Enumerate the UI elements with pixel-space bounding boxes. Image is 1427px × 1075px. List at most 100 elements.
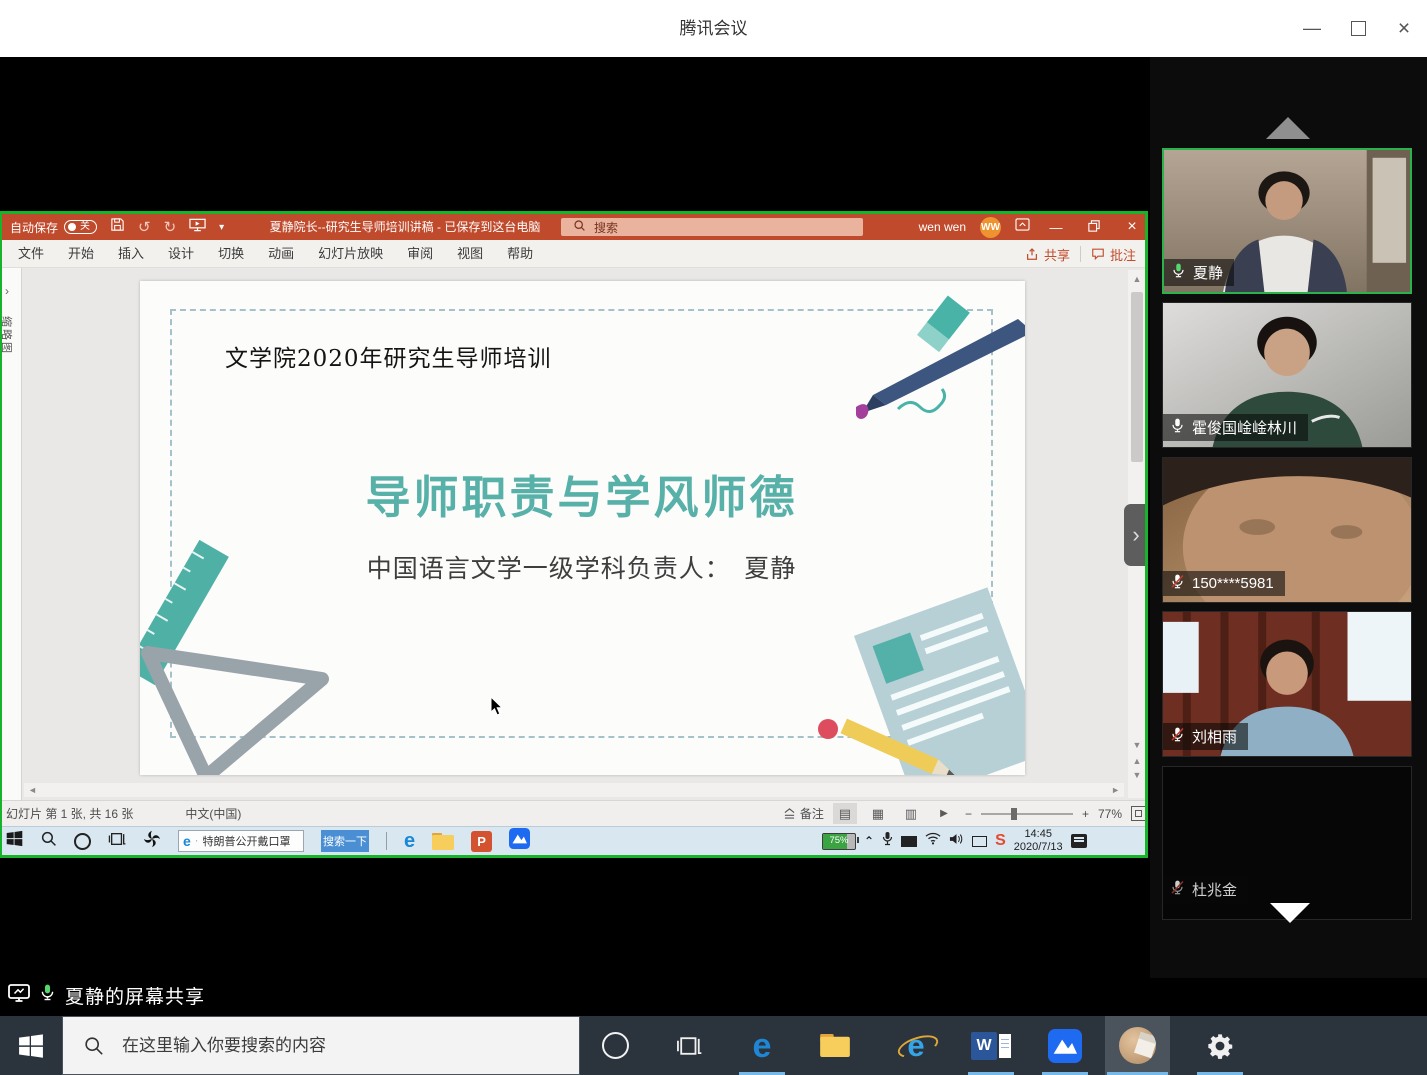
minimize-button[interactable]: —: [1289, 0, 1335, 57]
account-avatar[interactable]: WW: [980, 217, 1001, 238]
powerpoint-icon[interactable]: P: [471, 831, 492, 852]
scroll-participants-up-icon[interactable]: [1266, 117, 1310, 139]
news-ticker-box[interactable]: e · 特朗普公开戴口罩: [178, 830, 304, 852]
ppt-close-button[interactable]: ×: [1120, 218, 1144, 236]
scroll-thumb[interactable]: [1131, 292, 1143, 462]
notes-button[interactable]: 备注: [783, 805, 824, 822]
tab-home[interactable]: 开始: [56, 240, 106, 268]
tray-time: 14:45: [1014, 828, 1063, 841]
comments-button[interactable]: 批注: [1091, 245, 1136, 264]
pinwheel-app-icon[interactable]: [143, 830, 161, 853]
usb-device-icon[interactable]: [882, 831, 893, 851]
tab-file[interactable]: 文件: [6, 240, 56, 268]
next-slide-icon[interactable]: ▼: [1128, 770, 1146, 780]
wifi-icon[interactable]: [925, 832, 941, 850]
tab-view[interactable]: 视图: [445, 240, 495, 268]
file-explorer-button[interactable]: [810, 1016, 860, 1075]
maximize-button[interactable]: [1335, 0, 1381, 57]
cortana-icon[interactable]: [74, 833, 91, 850]
word-button[interactable]: W: [966, 1016, 1016, 1075]
os-search-input[interactable]: [120, 1035, 544, 1057]
participant-tile[interactable]: 杜兆金: [1162, 766, 1412, 920]
tab-design[interactable]: 设计: [156, 240, 206, 268]
autosave-state: 关: [80, 222, 90, 232]
scroll-left-icon[interactable]: ◄: [28, 785, 37, 795]
expand-thumbnails-icon[interactable]: ›: [5, 284, 9, 298]
save-icon[interactable]: [110, 217, 125, 237]
participant-tile[interactable]: 150****5981: [1162, 457, 1412, 603]
scroll-up-icon[interactable]: ▲: [1128, 274, 1146, 284]
redo-icon[interactable]: ↻: [164, 218, 177, 236]
thumbnail-panel-collapsed[interactable]: › 缩略图: [0, 268, 22, 800]
autosave-toggle[interactable]: 自动保存 关: [10, 219, 97, 236]
share-button[interactable]: 共享: [1025, 245, 1070, 264]
tab-review[interactable]: 审阅: [395, 240, 445, 268]
active-app-button[interactable]: [1105, 1016, 1170, 1075]
speaker-icon[interactable]: [949, 832, 964, 850]
normal-view-button[interactable]: ▤: [833, 803, 857, 824]
quick-access-caret-icon[interactable]: ▾: [219, 222, 224, 233]
participant-tile[interactable]: 霍俊国崯崯林川: [1162, 302, 1412, 448]
close-button[interactable]: ×: [1381, 0, 1427, 57]
start-slideshow-icon[interactable]: [189, 218, 206, 237]
scroll-down-icon[interactable]: ▼: [1128, 740, 1146, 750]
ppt-search-box[interactable]: 搜索: [561, 218, 863, 236]
tab-slideshow[interactable]: 幻灯片放映: [306, 240, 395, 268]
fit-to-window-icon[interactable]: [1131, 806, 1146, 821]
account-name[interactable]: wen wen: [919, 220, 966, 234]
clock[interactable]: 14:45 2020/7/13: [1014, 828, 1063, 854]
battery-icon[interactable]: 75%: [822, 833, 856, 850]
input-method-icon[interactable]: [901, 836, 917, 847]
tab-transitions[interactable]: 切换: [206, 240, 256, 268]
scroll-participants-down-icon[interactable]: [1270, 903, 1310, 923]
participant-name: 刘相雨: [1192, 726, 1237, 747]
cortana-icon: [602, 1032, 629, 1059]
tab-animations[interactable]: 动画: [256, 240, 306, 268]
internet-explorer-button[interactable]: e: [891, 1016, 941, 1075]
task-view-button[interactable]: [664, 1016, 714, 1075]
taskbar-search-icon[interactable]: [40, 830, 57, 852]
participant-tile[interactable]: 夏静: [1162, 148, 1412, 294]
zoom-level[interactable]: 77%: [1098, 807, 1122, 821]
close-icon: ×: [1398, 17, 1410, 41]
edge-button[interactable]: e: [737, 1016, 787, 1075]
os-start-button[interactable]: [0, 1016, 62, 1075]
participant-tile[interactable]: 刘相雨: [1162, 611, 1412, 757]
os-search-box[interactable]: [62, 1016, 580, 1075]
reading-view-button[interactable]: ▥: [899, 803, 923, 824]
ribbon-display-options-icon[interactable]: [1015, 218, 1030, 236]
slide-sorter-view-button[interactable]: ▦: [866, 803, 890, 824]
settings-button[interactable]: [1195, 1016, 1245, 1075]
previous-slide-icon[interactable]: ▲: [1128, 756, 1146, 766]
ppt-minimize-button[interactable]: —: [1044, 220, 1068, 235]
ppt-restore-button[interactable]: [1082, 220, 1106, 235]
cortana-button[interactable]: [590, 1016, 640, 1075]
zoom-out-button[interactable]: −: [965, 807, 972, 821]
share-button-label: 共享: [1044, 245, 1070, 264]
edge-icon[interactable]: e: [404, 831, 415, 851]
zoom-in-button[interactable]: +: [1082, 807, 1089, 821]
start-button-icon[interactable]: [6, 830, 23, 852]
language-indicator[interactable]: 中文(中国): [185, 805, 241, 822]
tencent-meeting-button[interactable]: [1040, 1016, 1090, 1075]
zoom-slider-thumb[interactable]: [1011, 808, 1017, 820]
tab-help[interactable]: 帮助: [495, 240, 545, 268]
task-view-icon[interactable]: [108, 831, 126, 852]
slideshow-view-button[interactable]: ▶: [932, 803, 956, 824]
tencent-meeting-icon[interactable]: [509, 828, 530, 854]
zoom-slider[interactable]: [981, 813, 1073, 815]
action-center-icon[interactable]: [1071, 834, 1087, 848]
sogou-input-icon[interactable]: S: [995, 832, 1006, 850]
participants-sidebar: 夏静 霍俊国崯崯林川: [1150, 57, 1427, 978]
tab-insert[interactable]: 插入: [106, 240, 156, 268]
horizontal-scrollbar[interactable]: ◄ ►: [24, 783, 1124, 797]
file-explorer-icon[interactable]: [432, 833, 454, 850]
scroll-right-icon[interactable]: ►: [1111, 785, 1120, 795]
display-connect-icon[interactable]: [972, 836, 987, 847]
tray-expand-icon[interactable]: ⌃: [864, 834, 874, 848]
undo-icon[interactable]: ↺: [138, 218, 151, 236]
share-icon: [1025, 247, 1039, 261]
gear-icon: [1206, 1032, 1234, 1060]
news-search-button[interactable]: 搜索一下: [321, 830, 369, 852]
slide-number-indicator[interactable]: 幻灯片 第 1 张, 共 16 张: [6, 805, 133, 822]
